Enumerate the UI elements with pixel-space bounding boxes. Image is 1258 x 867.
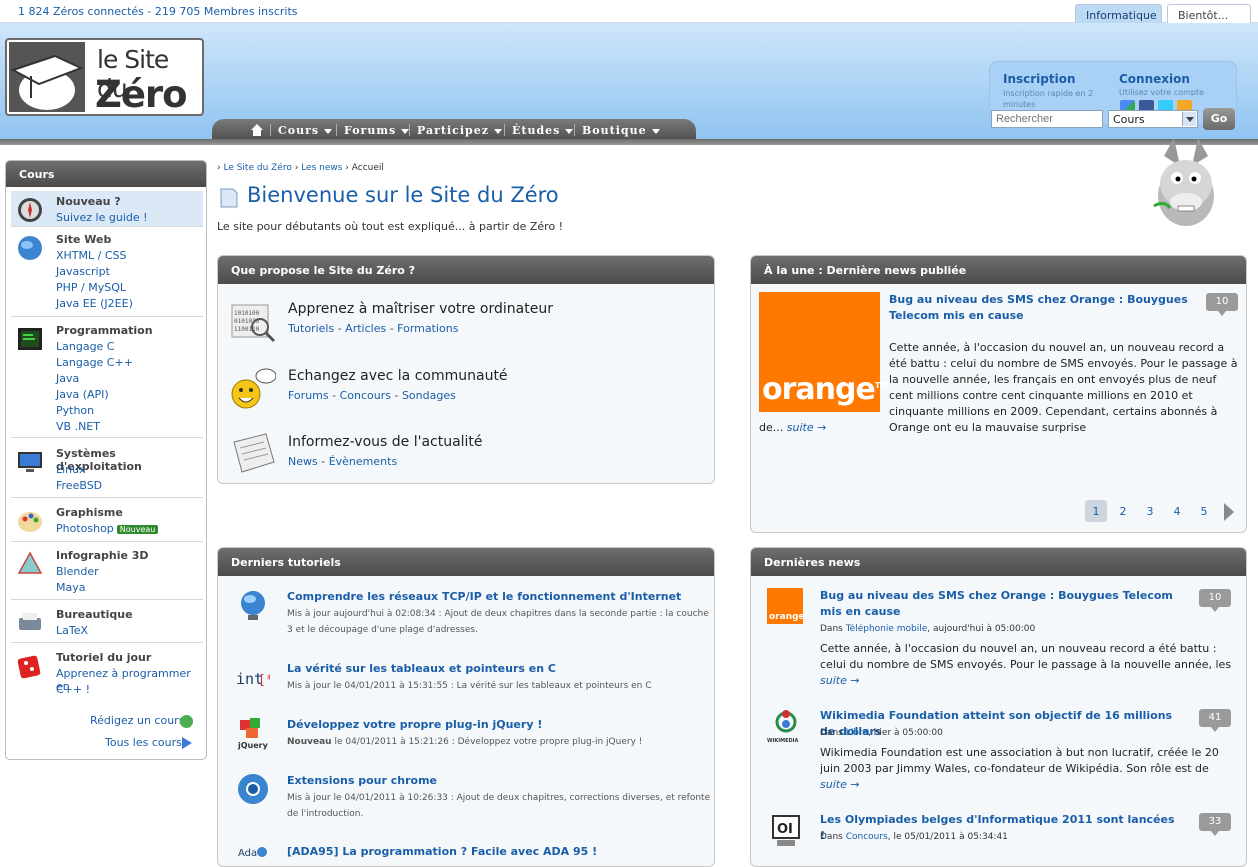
svg-text:jQuery: jQuery <box>237 741 269 750</box>
binary-magnifier-icon: 101010001010101100110 <box>231 304 276 343</box>
cube-3d-icon <box>17 551 43 574</box>
search-scope-select[interactable]: Cours <box>1108 110 1198 128</box>
site-logo[interactable]: le Site du Zéro <box>5 38 204 116</box>
sidebar-cat-web: Site Web XHTML / CSS Javascript PHP / My… <box>11 229 203 317</box>
svg-text:Ada: Ada <box>238 848 257 859</box>
page-title: Bienvenue sur le Site du Zéro <box>247 183 559 207</box>
all-courses-link[interactable]: Tous les cours <box>105 736 182 749</box>
sidebar-cat-programmation: Programmation Langage C Langage C++ Java… <box>11 320 203 438</box>
top-bar: 1 824 Zéros connectés - 219 705 Membres … <box>0 0 1258 24</box>
zozor-mascot-icon <box>1153 138 1214 226</box>
sidebar-cat-3d: Infographie 3D Blender Maya <box>11 545 203 600</box>
tab-informatique[interactable]: Informatique <box>1075 4 1162 24</box>
connexion-link[interactable]: Connexion <box>1119 72 1190 86</box>
latest-news-title: Dernières news <box>751 548 1246 576</box>
featured-news-title: À la une : Dernière news publiée <box>751 256 1246 284</box>
logo-text-line2: Zéro <box>95 73 188 116</box>
jquery-plugin-icon: jQuery <box>237 718 269 750</box>
write-course-link[interactable]: Rédigez un cours <box>90 714 184 727</box>
newspaper-icon <box>233 433 275 473</box>
latest-tutorials-box: Derniers tutoriels Comprendre les réseau… <box>217 547 715 867</box>
search-go-button[interactable]: Go <box>1203 108 1235 130</box>
svg-text:[*]: [*] <box>258 673 270 688</box>
sidebar-cat-os: Systèmes d'exploitation Linux FreeBSD <box>11 443 203 498</box>
featured-news-headline[interactable]: Bug au niveau des SMS chez Orange : Bouy… <box>889 292 1209 324</box>
page-subtitle: Le site pour débutants où tout est expli… <box>217 220 564 233</box>
orange-thumb-icon[interactable]: orange <box>767 588 805 624</box>
dice-icon <box>17 655 41 679</box>
search-input[interactable] <box>991 110 1103 128</box>
sidebar-cat-bureautique: Bureautique LaTeX <box>11 604 203 643</box>
header-divider <box>0 139 1258 145</box>
sidebar-cat-tutoriel-jour: Tutoriel du jour Apprenez à programmer e… <box>11 647 203 702</box>
arrow-right-icon[interactable] <box>182 737 192 749</box>
main-nav: Cours Forums Participez Études Boutique <box>212 119 696 141</box>
plus-icon[interactable] <box>180 715 193 728</box>
page-5[interactable]: 5 <box>1193 500 1215 522</box>
sidebar-courses: Cours Nouveau ? Suivez le guide ! Site W… <box>5 160 207 760</box>
features-title: Que propose le Site du Zéro ? <box>218 256 714 284</box>
read-more-link[interactable]: suite → <box>787 421 827 434</box>
inscription-desc: Inscription rapide en 2 minutes <box>1003 89 1094 109</box>
monitor-icon <box>18 452 42 472</box>
featured-news-box: À la une : Dernière news publiée orangeT… <box>750 255 1247 533</box>
compass-icon <box>18 198 42 222</box>
graduation-cap-icon <box>9 42 85 112</box>
page-icon <box>220 188 238 208</box>
svg-text:1010100: 1010100 <box>234 310 260 317</box>
wikimedia-icon: WIKIMEDIA <box>767 710 799 744</box>
ada-icon: Ada <box>238 847 267 859</box>
smiley-chat-icon <box>231 368 276 409</box>
member-stats[interactable]: 1 824 Zéros connectés - 219 705 Membres … <box>18 5 298 18</box>
inscription-link[interactable]: Inscription <box>1003 72 1076 86</box>
nav-forums[interactable]: Forums <box>344 124 409 137</box>
globe-icon <box>18 236 42 260</box>
page-2[interactable]: 2 <box>1112 500 1134 522</box>
nav-participez[interactable]: Participez <box>417 124 502 137</box>
c-array-icon: int[*] <box>236 670 270 688</box>
svg-text:WIKIMEDIA: WIKIMEDIA <box>767 738 799 744</box>
typewriter-icon <box>19 613 41 630</box>
breadcrumb: › Le Site du Zéro › Les news › Accueil <box>217 163 384 173</box>
sidebar-cat-graphisme: Graphisme Photoshop Nouveau <box>11 502 203 542</box>
new-badge: Nouveau <box>116 525 159 534</box>
featured-news-text: Cette année, à l'occasion du nouvel an, … <box>889 341 1238 434</box>
terminal-icon <box>18 328 42 350</box>
next-page-icon[interactable] <box>1224 503 1234 521</box>
page-1[interactable]: 1 <box>1085 500 1107 522</box>
palette-icon <box>18 512 42 532</box>
tab-bientot[interactable]: Bientôt... <box>1167 4 1251 24</box>
page-4[interactable]: 4 <box>1166 500 1188 522</box>
home-icon[interactable] <box>250 123 264 137</box>
sidebar-cat-nouveau: Nouveau ? Suivez le guide ! <box>11 191 203 227</box>
latest-news-box: Dernières news orange Bug au niveau des … <box>750 547 1247 867</box>
latest-tutorials-title: Derniers tutoriels <box>218 548 714 576</box>
read-more-link[interactable]: suite → <box>820 778 860 791</box>
orange-logo-image[interactable]: orangeTM <box>759 292 887 412</box>
chevron-down-icon <box>1182 112 1196 126</box>
comment-count[interactable]: 10 <box>1206 293 1238 316</box>
svg-text:OI: OI <box>777 822 793 837</box>
nav-cours[interactable]: Cours <box>278 124 332 137</box>
features-box: Que propose le Site du Zéro ? 1010100 010… <box>217 255 715 484</box>
connexion-desc: Utilisez votre compte <box>1119 88 1205 97</box>
nav-etudes[interactable]: Études <box>512 124 573 137</box>
olympiades-icon: OI <box>772 815 800 846</box>
comment-count[interactable]: 41 <box>1199 709 1231 732</box>
svg-text:1100110: 1100110 <box>234 326 260 333</box>
chrome-icon <box>238 774 268 804</box>
comment-count[interactable]: 33 <box>1199 813 1231 836</box>
comment-count[interactable]: 10 <box>1199 589 1231 612</box>
sidebar-title: Cours <box>6 161 206 187</box>
read-more-link[interactable]: suite → <box>820 674 860 687</box>
network-globe-icon <box>241 591 265 620</box>
nav-boutique[interactable]: Boutique <box>582 124 660 137</box>
page-3[interactable]: 3 <box>1139 500 1161 522</box>
